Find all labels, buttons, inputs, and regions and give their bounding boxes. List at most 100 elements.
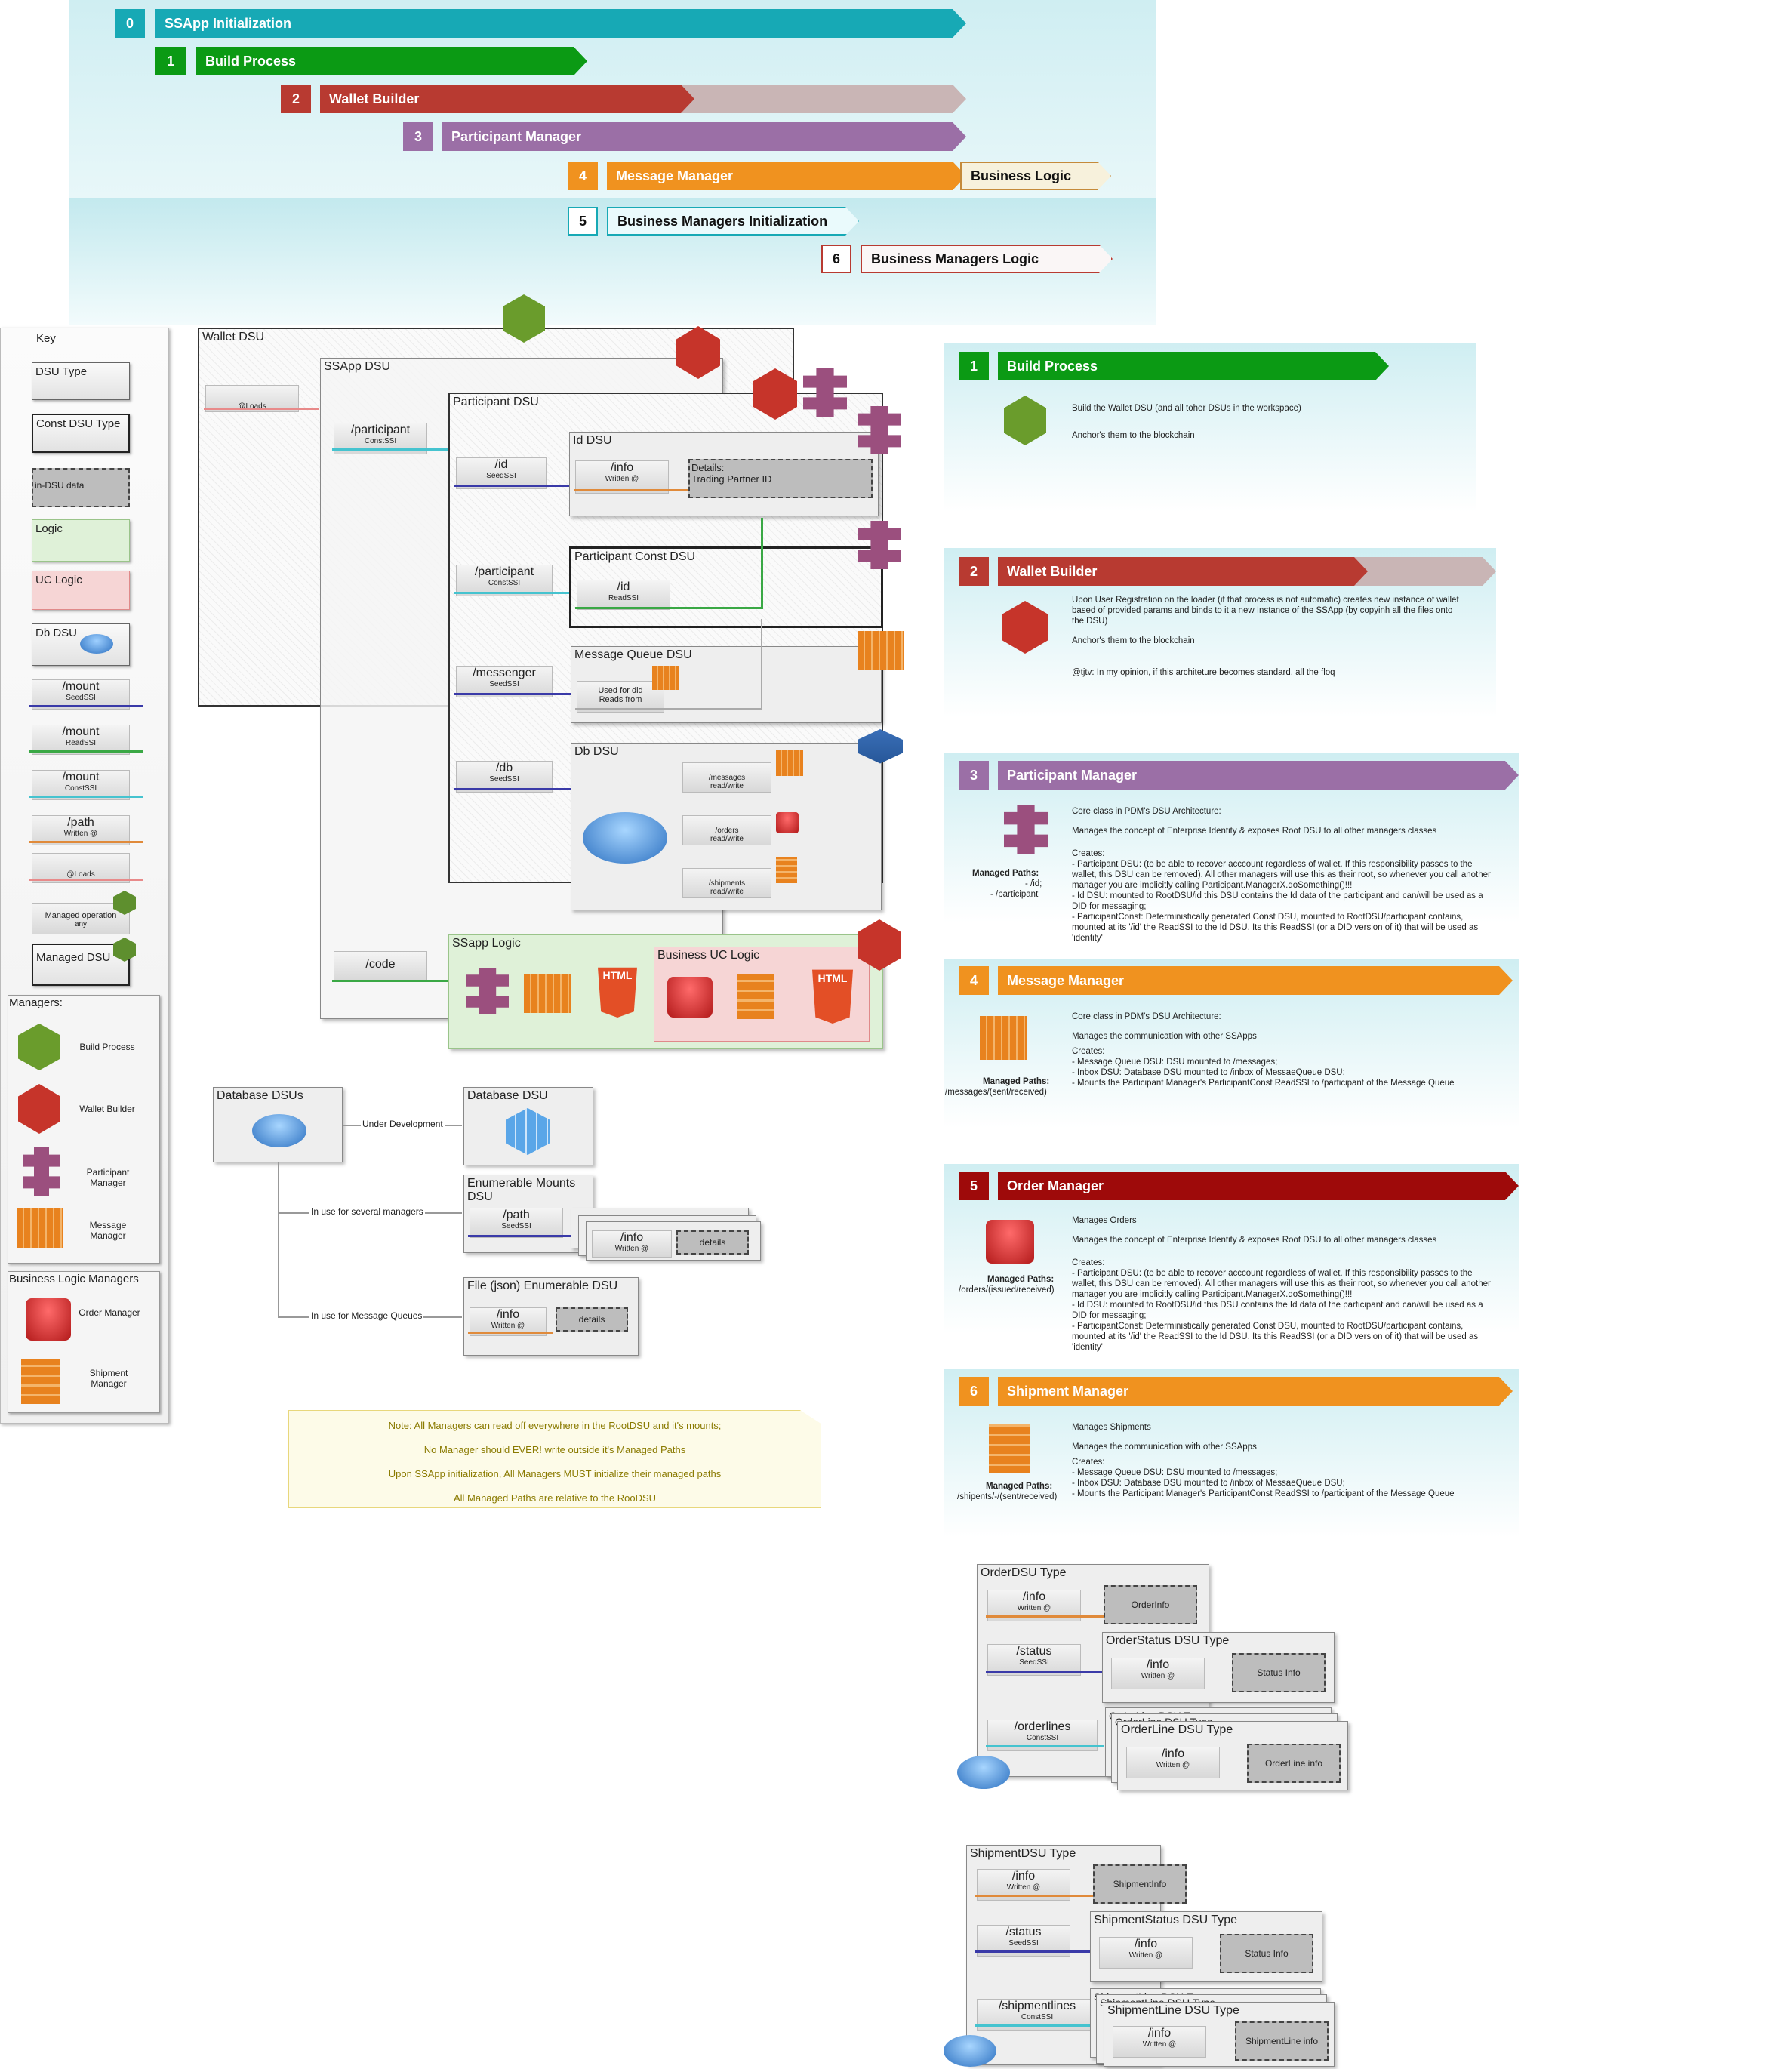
path-mount: /path SeedSSI	[470, 1208, 563, 1238]
step-5-arrow: Business Managers Initialization	[607, 207, 859, 236]
enum-info-mount: /info Written @	[592, 1230, 672, 1258]
note-line-1: Note: All Managers can read off everywhe…	[388, 1420, 722, 1431]
readssi-link-v	[761, 518, 763, 609]
panel-5-line-6: - ParticipantConst: Deterministically ge…	[1072, 1322, 1479, 1352]
note-box: Note: All Managers can read off everywhe…	[288, 1410, 821, 1508]
step-2-number: 2	[281, 85, 311, 113]
panel-5-line-3: Creates:	[1072, 1258, 1105, 1267]
database-icon	[80, 634, 113, 654]
panel-3-line-1: Core class in PDM's DSU Architecture:	[1072, 807, 1221, 816]
panel-5-line-4: - Participant DSU: (to be able to recove…	[1072, 1269, 1491, 1299]
step-4-number: 4	[568, 162, 598, 190]
note-line-2: No Manager should EVER! write outside it…	[423, 1444, 686, 1455]
shipment-manager-icon	[21, 1359, 60, 1404]
order-info-arrow	[986, 1615, 1104, 1618]
panel-2-title: Wallet Builder	[998, 557, 1368, 586]
manager-order: Order Manager	[79, 1307, 140, 1318]
panel-3-line-5: - Id DSU: mounted to RootDSU/id this DSU…	[1072, 891, 1483, 911]
note-line-4: All Managed Paths are relative to the Ro…	[453, 1492, 657, 1504]
panel-6-icon	[989, 1424, 1030, 1473]
database-dsus-icon	[252, 1114, 306, 1147]
order-status-arrow	[986, 1671, 1104, 1673]
panel-4-managed-label: Managed Paths:	[983, 1077, 1050, 1086]
details-box: Details: Trading Partner ID	[688, 459, 873, 498]
key-in-dsu-data-label: in-DSU data	[35, 480, 85, 491]
panel-6-number: 6	[959, 1377, 989, 1406]
db-item-messages: /messages read/write	[682, 762, 771, 793]
key-dsu-type: DSU Type	[32, 362, 130, 400]
panel-2-line-2: Anchor's them to the blockchain	[1072, 636, 1195, 645]
orderline-info-mount: /info Written @	[1126, 1747, 1220, 1778]
key-uc-logic: UC Logic	[32, 571, 130, 610]
step-2-tail	[657, 85, 966, 113]
key-title: Key	[36, 332, 56, 345]
panel-4-number: 4	[959, 966, 989, 995]
ssapp-logic-message-icon	[524, 974, 571, 1013]
panel-5-line-5: - Id DSU: mounted to RootDSU/id this DSU…	[1072, 1301, 1483, 1320]
panel-3-line-3: Creates:	[1072, 849, 1105, 858]
step-1-number: 1	[155, 47, 186, 75]
step-1-arrow: Build Process	[196, 47, 587, 75]
reads-from-link-v	[761, 619, 762, 710]
panel-4-line-3: Creates:	[1072, 1047, 1105, 1056]
messenger-mount-arrow	[454, 693, 572, 695]
panel-3-line-6: - ParticipantConst: Deterministically ge…	[1072, 913, 1479, 943]
panel-6-title: Shipment Manager	[998, 1377, 1513, 1406]
shipment-status-info-data: Status Info	[1220, 1934, 1313, 1973]
used-for-did-icon	[652, 666, 679, 690]
message-manager-icon	[17, 1208, 63, 1248]
panel-6-line-2: Manages the communication with other SSA…	[1072, 1442, 1257, 1452]
panel-2-number: 2	[959, 557, 989, 586]
manager-wallet-builder: Wallet Builder	[79, 1104, 135, 1114]
orderlines-arrow	[986, 1745, 1104, 1747]
panel-1-line-1: Build the Wallet DSU (and all toher DSUs…	[1072, 404, 1301, 413]
panel-4-title: Message Manager	[998, 966, 1513, 995]
order-manager-icon	[26, 1298, 71, 1341]
panel-3-title: Participant Manager	[998, 761, 1519, 790]
uc-order-icon	[667, 977, 713, 1018]
file-details: details	[556, 1307, 628, 1332]
panel-5-managed-label: Managed Paths:	[987, 1275, 1055, 1284]
details-label: Details:	[691, 462, 725, 473]
step-3-arrow: Participant Manager	[442, 122, 966, 151]
file-info-mount-arrow	[468, 1332, 553, 1334]
business-logic-arrow: Business Logic	[960, 162, 1111, 190]
db-item-orders: /orders read/write	[682, 815, 771, 845]
orderline-info-data: OrderLine info	[1247, 1744, 1341, 1783]
panel-5-title: Order Manager	[998, 1172, 1519, 1200]
code-mount-arrow	[332, 980, 450, 982]
key-logic: Logic	[32, 519, 130, 562]
orders-icon	[776, 812, 799, 833]
readssi-link-h	[575, 607, 762, 609]
key-arrow-constssi	[29, 796, 143, 798]
order-database-icon	[957, 1756, 1010, 1789]
key-arrow-seedssi	[29, 705, 143, 707]
shipments-icon	[776, 857, 797, 883]
step-3-number: 3	[403, 122, 433, 151]
note-line-3: Upon SSApp initialization, All Managers …	[388, 1468, 722, 1479]
panel-4-managed-1: /messages/(sent/received)	[945, 1088, 1047, 1097]
panel-5-number: 5	[959, 1172, 989, 1200]
key-const-dsu-type: Const DSU Type	[32, 414, 130, 453]
panel-1-number: 1	[959, 352, 989, 380]
panel-4-line-6: - Mounts the Participant Manager's Parti…	[1072, 1079, 1455, 1088]
message-queue-dsu-icon	[858, 631, 904, 670]
panel-4-line-5: - Inbox DSU: Database DSU mounted to /in…	[1072, 1068, 1345, 1077]
message-queues-label: In use for Message Queues	[309, 1310, 424, 1321]
step-2-arrow: Wallet Builder	[320, 85, 694, 113]
step-4-arrow: Message Manager	[607, 162, 966, 190]
panel-3-line-2: Manages the concept of Enterprise Identi…	[1072, 827, 1437, 836]
panel-6-managed-1: /shipents/-/(sent/received)	[957, 1492, 1058, 1501]
panel-5-line-2: Manages the concept of Enterprise Identi…	[1072, 1236, 1437, 1245]
details-value: Trading Partner ID	[691, 473, 772, 485]
id2-mount: /id ReadSSI	[577, 580, 670, 610]
loads-arrow	[204, 408, 319, 410]
panel-6-line-3: Creates:	[1072, 1458, 1105, 1467]
step-5-number: 5	[568, 207, 598, 236]
db-mount-arrow	[454, 788, 572, 790]
manager-participant: Participant Manager	[86, 1167, 130, 1188]
shipment-info-arrow	[975, 1895, 1093, 1897]
database-tree-line	[278, 1162, 279, 1318]
panel-5-icon	[986, 1220, 1034, 1264]
shipmentline-info-mount: /info Written @	[1113, 2026, 1206, 2058]
